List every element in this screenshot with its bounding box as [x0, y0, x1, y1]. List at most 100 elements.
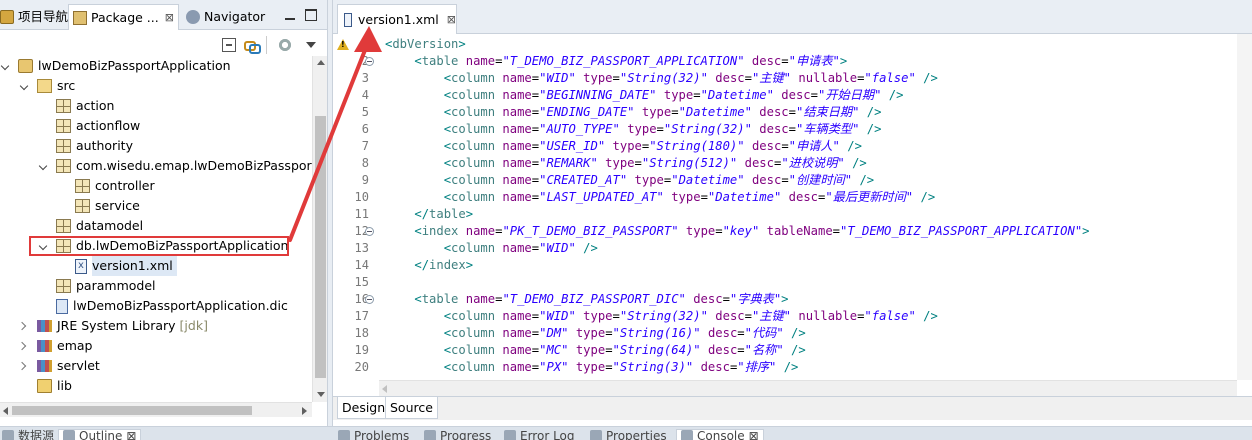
- tree-item[interactable]: authority: [38, 136, 133, 156]
- fold-toggle-icon[interactable]: [365, 227, 374, 236]
- code-token: column: [451, 309, 496, 323]
- tab-project-navigator[interactable]: 项目导航: [0, 6, 68, 28]
- code-token: type: [671, 190, 701, 204]
- tree-item[interactable]: JRE System Library [jdk]: [19, 316, 208, 336]
- code-token: name: [465, 224, 496, 238]
- package-icon: [56, 139, 71, 153]
- tab-problems[interactable]: Problems: [338, 429, 409, 440]
- horizontal-scrollbar[interactable]: [0, 402, 312, 417]
- scrollbar-thumb[interactable]: [315, 116, 326, 378]
- code-token: <: [443, 139, 452, 153]
- chevron-down-icon[interactable]: [19, 76, 31, 96]
- link-with-editor-icon[interactable]: [244, 38, 261, 54]
- chevron-right-icon[interactable]: [19, 316, 31, 336]
- fold-toggle-icon[interactable]: [365, 40, 374, 49]
- scroll-left-icon[interactable]: [382, 385, 387, 393]
- code-token: column: [451, 360, 496, 374]
- code-line: <column name="USER_ID" type="String(180)…: [385, 138, 862, 155]
- tab-design[interactable]: Design: [337, 397, 391, 419]
- vertical-scrollbar[interactable]: [312, 56, 327, 402]
- tab-label: Package ...: [91, 9, 159, 25]
- close-icon[interactable]: ⊠: [126, 429, 136, 440]
- code-token: "Datetime": [671, 173, 745, 187]
- tree-item[interactable]: lwDemoBizPassportApplication: [0, 56, 231, 76]
- tab-console[interactable]: Console ⊠: [676, 429, 764, 440]
- code-area[interactable]: <dbVersion> <table name="T_DEMO_BIZ_PASS…: [385, 34, 1237, 380]
- tab-version1-xml[interactable]: version1.xml ⊠: [337, 4, 457, 34]
- code-token: =: [605, 326, 613, 340]
- code-token: "DM": [539, 326, 569, 340]
- code-token: "最后更新时间": [825, 190, 914, 204]
- code-token: type: [663, 88, 694, 102]
- tree-item[interactable]: com.wisedu.emap.lwDemoBizPassportAp: [38, 156, 312, 176]
- tree-item[interactable]: servlet: [19, 356, 100, 376]
- gear-icon[interactable]: [278, 38, 292, 52]
- scroll-down-icon[interactable]: [317, 392, 325, 397]
- tree-item-label: src: [57, 78, 76, 93]
- code-token: name: [465, 54, 496, 68]
- code-token: <: [443, 173, 452, 187]
- tab-progress[interactable]: Progress: [424, 429, 491, 440]
- code-token: "REMARK": [539, 156, 598, 170]
- tree-item[interactable]: controller: [57, 176, 155, 196]
- chevron-down-icon[interactable]: [0, 56, 12, 76]
- tree-item[interactable]: emap: [19, 336, 92, 356]
- chevron-right-icon[interactable]: [19, 356, 31, 376]
- code-token: "主键": [751, 71, 792, 85]
- minimize-icon[interactable]: [284, 9, 296, 21]
- code-line: <column name="ENDING_DATE" type="Datetim…: [385, 104, 882, 121]
- scroll-up-icon[interactable]: [317, 60, 325, 65]
- scrollbar-thumb[interactable]: [12, 406, 252, 415]
- tab-navigator[interactable]: Navigator: [186, 6, 265, 28]
- tab-error-log[interactable]: Error Log: [504, 429, 575, 440]
- tab-label: version1.xml: [358, 12, 439, 27]
- chevron-right-icon[interactable]: [19, 336, 31, 356]
- package-explorer-panel: 项目导航 Package ... ⊠ Navigator lwDemoBizPa…: [0, 0, 328, 426]
- close-icon[interactable]: ⊠: [165, 9, 174, 27]
- code-token: desc: [751, 139, 782, 153]
- tree-item[interactable]: action: [38, 96, 114, 116]
- editor-vertical-scrollbar[interactable]: [1237, 34, 1252, 380]
- code-token: "false": [864, 71, 916, 85]
- tree-item[interactable]: datamodel: [38, 216, 143, 236]
- tab-properties[interactable]: Properties: [590, 429, 667, 440]
- tree-item[interactable]: parammodel: [38, 276, 156, 296]
- tree-item[interactable]: src: [19, 76, 75, 96]
- tab-source[interactable]: Source: [385, 397, 438, 419]
- scroll-left-icon[interactable]: [3, 407, 8, 415]
- tree-item[interactable]: service: [57, 196, 140, 216]
- editor-horizontal-scrollbar[interactable]: [379, 380, 1237, 396]
- chevron-down-icon[interactable]: [38, 156, 50, 176]
- tree-item[interactable]: version1.xml: [57, 256, 177, 276]
- code-token: "开始日期": [818, 88, 882, 102]
- tree-item[interactable]: lib: [19, 376, 72, 396]
- collapse-all-icon[interactable]: [222, 38, 236, 52]
- maximize-icon[interactable]: [305, 9, 317, 21]
- tree-item[interactable]: lwDemoBizPassportApplication.dic: [38, 296, 288, 316]
- fold-toggle-icon[interactable]: [365, 295, 374, 304]
- code-token: "代码": [744, 326, 784, 340]
- code-token: table: [421, 54, 459, 68]
- tab-datasource[interactable]: 数据源: [2, 429, 54, 440]
- package-icon: [75, 199, 90, 213]
- code-token: =: [700, 190, 708, 204]
- tab-package-explorer[interactable]: Package ... ⊠: [68, 4, 179, 30]
- code-token: =: [832, 224, 841, 238]
- editor-tab-bar: version1.xml ⊠: [333, 0, 1252, 34]
- fold-toggle-icon[interactable]: [365, 57, 374, 66]
- close-icon[interactable]: ⊠: [447, 13, 456, 26]
- scroll-right-icon[interactable]: [302, 407, 307, 415]
- tree-item[interactable]: actionflow: [38, 116, 140, 136]
- close-icon[interactable]: ⊠: [749, 429, 759, 440]
- tab-outline[interactable]: Outline ⊠: [58, 429, 142, 440]
- chevron-down-icon[interactable]: [306, 42, 316, 48]
